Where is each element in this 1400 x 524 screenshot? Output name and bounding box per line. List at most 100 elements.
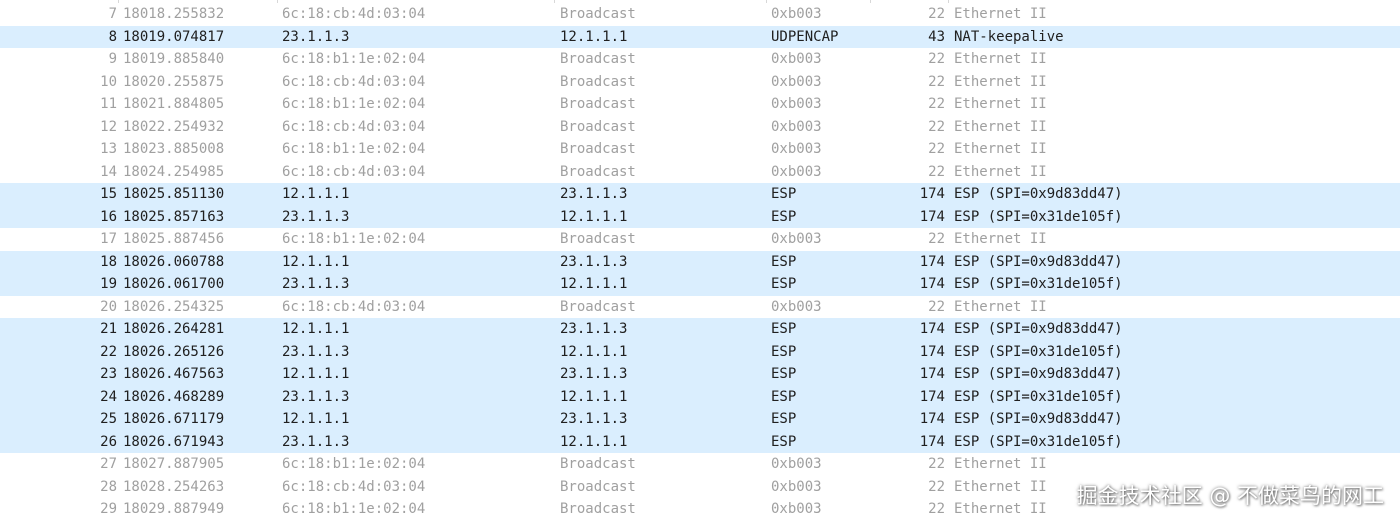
packet-number: 11	[100, 96, 117, 112]
packet-length: 174	[919, 253, 945, 270]
packet-source: 6c:18:b1:1e:02:04	[282, 231, 426, 247]
packet-row[interactable]: 19 18026.061700 23.1.1.3 12.1.1.1 ESP 174 ESP …	[0, 273, 1400, 296]
packet-length: 22	[928, 298, 945, 315]
packet-source: 6c:18:cb:4d:03:04	[282, 73, 426, 90]
packet-time: 18025.851130	[123, 186, 225, 202]
packet-destination: Broadcast	[560, 6, 636, 22]
packet-info: Ethernet II	[954, 163, 1047, 180]
packet-time: 18021.884805	[123, 96, 225, 112]
packet-length: 22	[928, 73, 945, 90]
packet-destination: Broadcast	[560, 456, 636, 472]
packet-time: 18019.885840	[123, 51, 225, 67]
packet-time: 18026.671943	[123, 433, 225, 450]
packet-row[interactable]: 20 18026.254325 6c:18:cb:4d:03:04 Broadcast…	[0, 295, 1400, 318]
packet-info: ESP (SPI=0x31de105f)	[954, 276, 1123, 292]
packet-row[interactable]: 18 18026.060788 12.1.1.1 23.1.1.3 ESP 174 ESP …	[0, 250, 1400, 273]
packet-time: 18026.061700	[123, 276, 225, 292]
packet-source: 23.1.1.3	[282, 343, 350, 360]
packet-destination: Broadcast	[560, 163, 636, 180]
packet-protocol: ESP	[771, 343, 797, 360]
packet-protocol: ESP	[771, 388, 797, 405]
packet-protocol: ESP	[771, 411, 797, 427]
packet-number: 14	[100, 163, 117, 180]
packet-time: 18026.060788	[123, 253, 225, 270]
packet-row[interactable]: 22 18026.265126 23.1.1.3 12.1.1.1 ESP 174 ESP …	[0, 340, 1400, 363]
packet-time: 18026.671179	[123, 411, 225, 427]
packet-number: 15	[100, 186, 117, 202]
packet-number: 22	[100, 343, 117, 360]
packet-time: 18028.254263	[123, 478, 225, 495]
packet-length: 174	[919, 343, 945, 360]
packet-destination: 23.1.1.3	[560, 253, 628, 270]
packet-destination: Broadcast	[560, 298, 636, 315]
packet-number: 16	[100, 208, 117, 225]
packet-source: 6c:18:b1:1e:02:04	[282, 141, 426, 157]
packet-row[interactable]: 16 18025.857163 23.1.1.3 12.1.1.1 ESP 174 ESP …	[0, 205, 1400, 228]
packet-time: 18027.887905	[123, 456, 225, 472]
packet-time: 18025.857163	[123, 208, 225, 225]
packet-info: Ethernet II	[954, 118, 1047, 135]
packet-row[interactable]: 15 18025.851130 12.1.1.1 23.1.1.3 ESP 174 ESP …	[0, 183, 1400, 206]
packet-destination: Broadcast	[560, 478, 636, 495]
packet-row[interactable]: 12 18022.254932 6c:18:cb:4d:03:04 Broadcast…	[0, 115, 1400, 138]
packet-number: 23	[100, 366, 117, 382]
packet-row[interactable]: 23 18026.467563 12.1.1.1 23.1.1.3 ESP 174 ESP …	[0, 363, 1400, 386]
packet-info: Ethernet II	[954, 231, 1047, 247]
packet-protocol: 0xb003	[771, 6, 822, 22]
packet-info: Ethernet II	[954, 96, 1047, 112]
packet-row[interactable]: 26 18026.671943 23.1.1.3 12.1.1.1 ESP 174 ESP …	[0, 430, 1400, 453]
packet-info: ESP (SPI=0x31de105f)	[954, 208, 1123, 225]
packet-number: 19	[100, 276, 117, 292]
packet-list[interactable]: 7 18018.255832 6c:18:cb:4d:03:04 Broadcast 0…	[0, 3, 1400, 521]
packet-row[interactable]: 24 18026.468289 23.1.1.3 12.1.1.1 ESP 174 ESP …	[0, 385, 1400, 408]
packet-time: 18020.255875	[123, 73, 225, 90]
packet-destination: Broadcast	[560, 51, 636, 67]
packet-length: 22	[928, 478, 945, 495]
packet-row[interactable]: 25 18026.671179 12.1.1.1 23.1.1.3 ESP 174 ESP …	[0, 408, 1400, 431]
packet-row[interactable]: 10 18020.255875 6c:18:cb:4d:03:04 Broadcast…	[0, 70, 1400, 93]
packet-length: 22	[928, 231, 945, 247]
packet-length: 22	[928, 118, 945, 135]
packet-number: 8	[108, 28, 117, 45]
packet-destination: 23.1.1.3	[560, 186, 628, 202]
packet-length: 174	[919, 186, 945, 202]
packet-protocol: 0xb003	[771, 96, 822, 112]
packet-source: 6c:18:b1:1e:02:04	[282, 96, 426, 112]
packet-row[interactable]: 17 18025.887456 6c:18:b1:1e:02:04 Broadcast…	[0, 228, 1400, 251]
packet-info: Ethernet II	[954, 456, 1047, 472]
packet-protocol: ESP	[771, 186, 797, 202]
packet-protocol: 0xb003	[771, 73, 822, 90]
packet-length: 174	[919, 276, 945, 292]
packet-protocol: 0xb003	[771, 118, 822, 135]
packet-row[interactable]: 13 18023.885008 6c:18:b1:1e:02:04 Broadcast…	[0, 138, 1400, 161]
packet-time: 18024.254985	[123, 163, 225, 180]
packet-length: 22	[928, 51, 945, 67]
packet-source: 23.1.1.3	[282, 28, 350, 45]
packet-destination: Broadcast	[560, 73, 636, 90]
packet-source: 6c:18:b1:1e:02:04	[282, 456, 426, 472]
packet-number: 9	[108, 51, 117, 67]
packet-info: ESP (SPI=0x9d83dd47)	[954, 321, 1123, 337]
packet-info: Ethernet II	[954, 298, 1047, 315]
packet-time: 18026.264281	[123, 321, 225, 337]
packet-number: 27	[100, 456, 117, 472]
packet-info: Ethernet II	[954, 141, 1047, 157]
packet-length: 174	[919, 321, 945, 337]
packet-number: 10	[100, 73, 117, 90]
packet-row[interactable]: 14 18024.254985 6c:18:cb:4d:03:04 Broadcast…	[0, 160, 1400, 183]
packet-row[interactable]: 21 18026.264281 12.1.1.1 23.1.1.3 ESP 174 ESP …	[0, 318, 1400, 341]
packet-length: 43	[928, 28, 945, 45]
packet-row[interactable]: 27 18027.887905 6c:18:b1:1e:02:04 Broadcast…	[0, 453, 1400, 476]
packet-row[interactable]: 11 18021.884805 6c:18:b1:1e:02:04 Broadcast…	[0, 93, 1400, 116]
packet-destination: 12.1.1.1	[560, 276, 628, 292]
packet-row[interactable]: 8 18019.074817 23.1.1.3 12.1.1.1 UDPENCAP 43 N…	[0, 25, 1400, 48]
packet-source: 23.1.1.3	[282, 388, 350, 405]
packet-destination: 12.1.1.1	[560, 343, 628, 360]
packet-row[interactable]: 9 18019.885840 6c:18:b1:1e:02:04 Broadcast 0…	[0, 48, 1400, 71]
packet-destination: 23.1.1.3	[560, 321, 628, 337]
packet-time: 18023.885008	[123, 141, 225, 157]
packet-protocol: ESP	[771, 321, 797, 337]
packet-row[interactable]: 7 18018.255832 6c:18:cb:4d:03:04 Broadcast 0…	[0, 3, 1400, 26]
packet-protocol: 0xb003	[771, 478, 822, 495]
packet-protocol: 0xb003	[771, 456, 822, 472]
